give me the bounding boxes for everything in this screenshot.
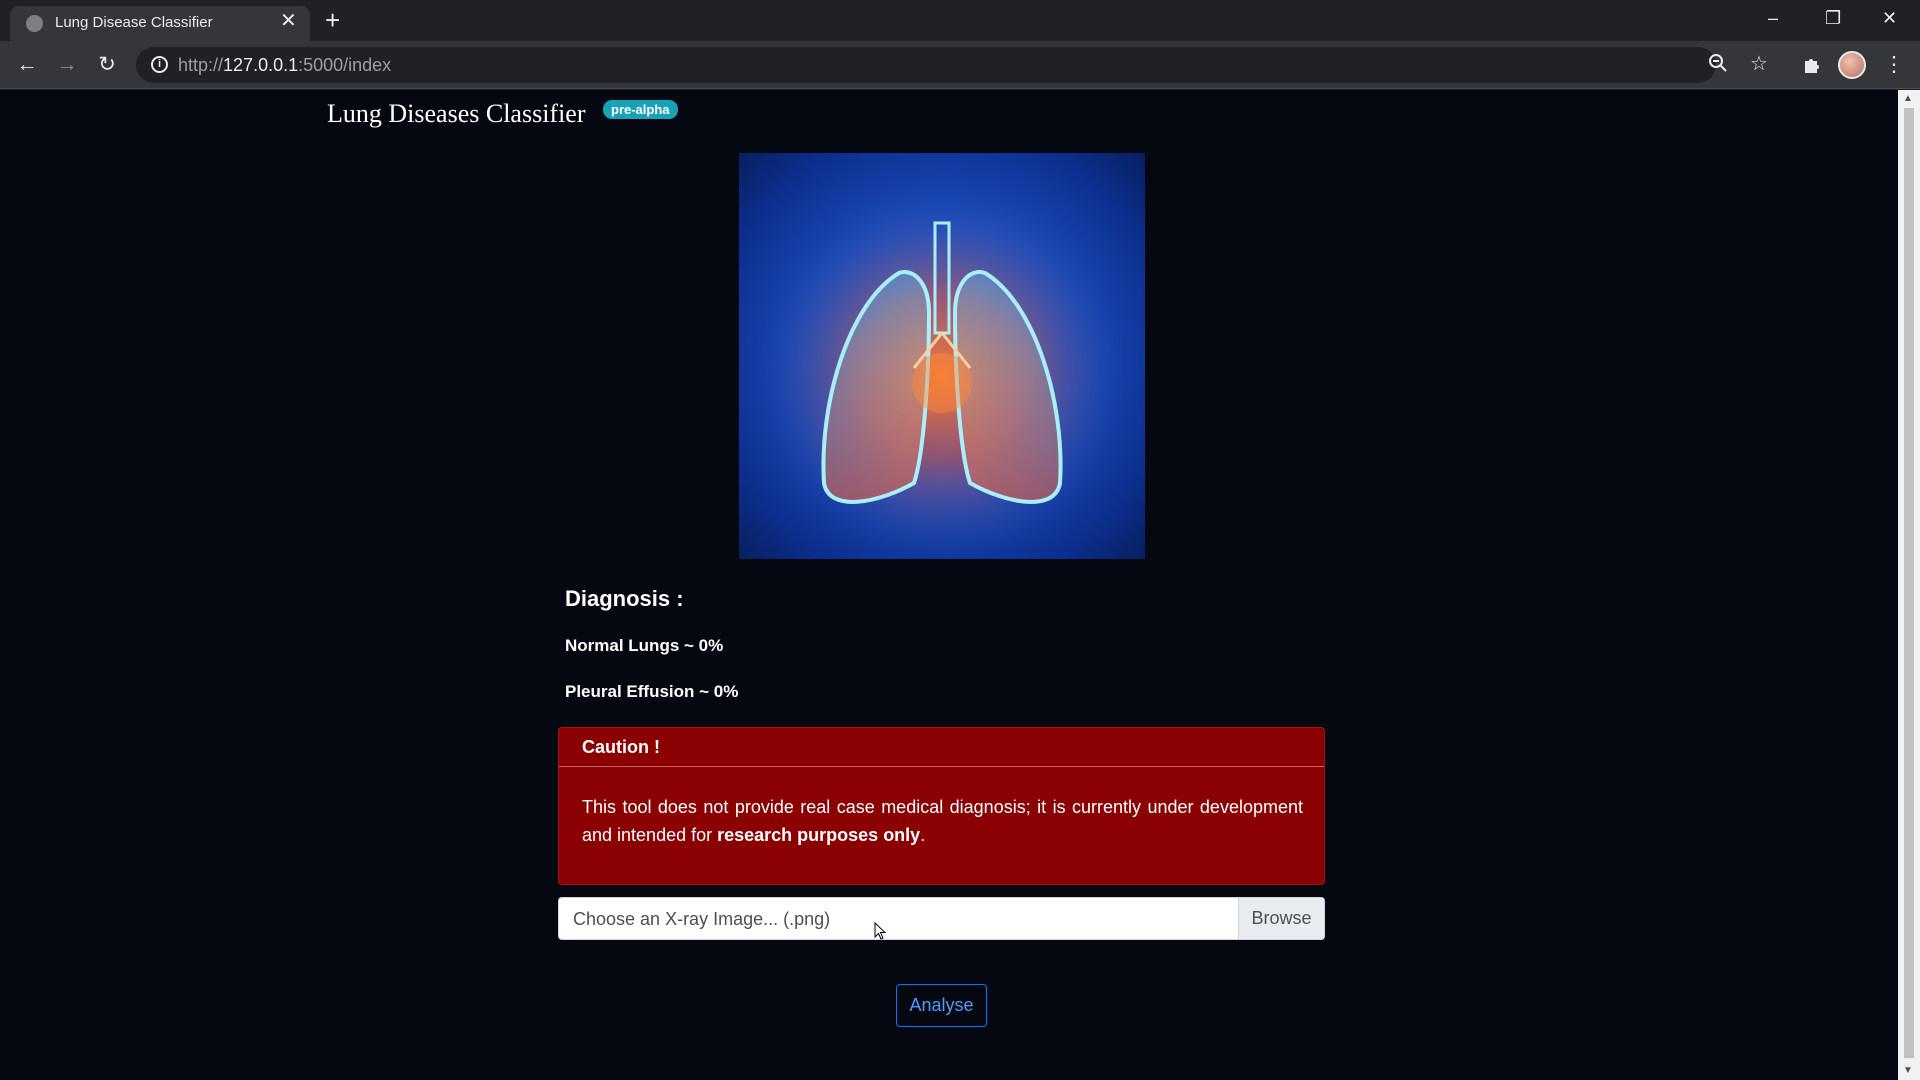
reload-icon[interactable]: ↻	[93, 51, 121, 79]
close-icon[interactable]: ✕	[280, 11, 297, 31]
caution-alert: Caution ! This tool does not provide rea…	[558, 727, 1325, 885]
diagnosis-result-effusion: Pleural Effusion ~ 0%	[565, 682, 739, 701]
alert-body-text: This tool does not provide real case med…	[582, 797, 1303, 845]
analyse-button[interactable]: Analyse	[896, 984, 987, 1027]
url-path: :5000/index	[298, 55, 392, 75]
globe-icon	[26, 15, 43, 32]
url-scheme: http://	[178, 55, 224, 75]
browse-button[interactable]: Browse	[1238, 898, 1324, 939]
diagnosis-result-normal: Normal Lungs ~ 0%	[565, 636, 724, 655]
lungs-illustration	[739, 153, 1145, 559]
page-scrollbar[interactable]: ▲ ▼	[1898, 90, 1920, 1080]
forward-arrow-icon[interactable]: →	[53, 51, 81, 79]
alert-title: Caution !	[582, 737, 660, 757]
navbar-brand[interactable]: Lung Diseases Classifier	[327, 99, 586, 129]
file-input-label[interactable]: Choose an X-ray Image... (.png)	[573, 909, 830, 930]
info-icon[interactable]: i	[151, 56, 168, 73]
minimize-icon[interactable]: –	[1768, 6, 1778, 30]
mouse-pointer-icon	[874, 922, 886, 940]
scroll-thumb[interactable]	[1904, 108, 1914, 1058]
profile-avatar[interactable]	[1838, 51, 1866, 79]
tab-title: Lung Disease Classifier	[55, 14, 213, 31]
alert-body-emphasis: research purposes only	[717, 825, 921, 845]
window-close-icon[interactable]: ✕	[1882, 6, 1897, 30]
plus-icon[interactable]: +	[325, 7, 340, 33]
back-arrow-icon[interactable]: ←	[13, 51, 41, 79]
browser-tab[interactable]: Lung Disease Classifier ✕	[10, 6, 310, 41]
kebab-menu-icon[interactable]: ⋮	[1880, 51, 1908, 79]
zoom-icon[interactable]	[1708, 53, 1728, 78]
url-host: 127.0.0.1	[223, 55, 299, 75]
star-icon[interactable]: ☆	[1750, 53, 1768, 75]
status-badge: pre-alpha	[603, 100, 678, 119]
tab-strip: Lung Disease Classifier ✕ + – ❐ ✕	[0, 0, 1920, 41]
scroll-up-icon[interactable]: ▲	[1903, 93, 1913, 104]
page-viewport: Lung Diseases Classifier pre-alpha Diagn…	[0, 90, 1898, 1080]
address-bar[interactable]: i http://127.0.0.1:5000/index ☆	[136, 47, 1768, 83]
scroll-down-icon[interactable]: ▼	[1903, 1065, 1913, 1076]
puzzle-icon[interactable]	[1798, 51, 1826, 79]
browser-toolbar: ← → ↻ i http://127.0.0.1:5000/index ☆ ⋮	[0, 41, 1920, 89]
restore-icon[interactable]: ❐	[1825, 6, 1841, 30]
xray-file-input[interactable]: Choose an X-ray Image... (.png) Browse	[558, 897, 1325, 940]
alert-body: This tool does not provide real case med…	[582, 793, 1303, 849]
alert-body-end: .	[920, 825, 926, 845]
url-text[interactable]: http://127.0.0.1:5000/index	[178, 55, 391, 76]
diagnosis-title: Diagnosis :	[565, 586, 684, 611]
alert-header: Caution !	[559, 728, 1324, 767]
